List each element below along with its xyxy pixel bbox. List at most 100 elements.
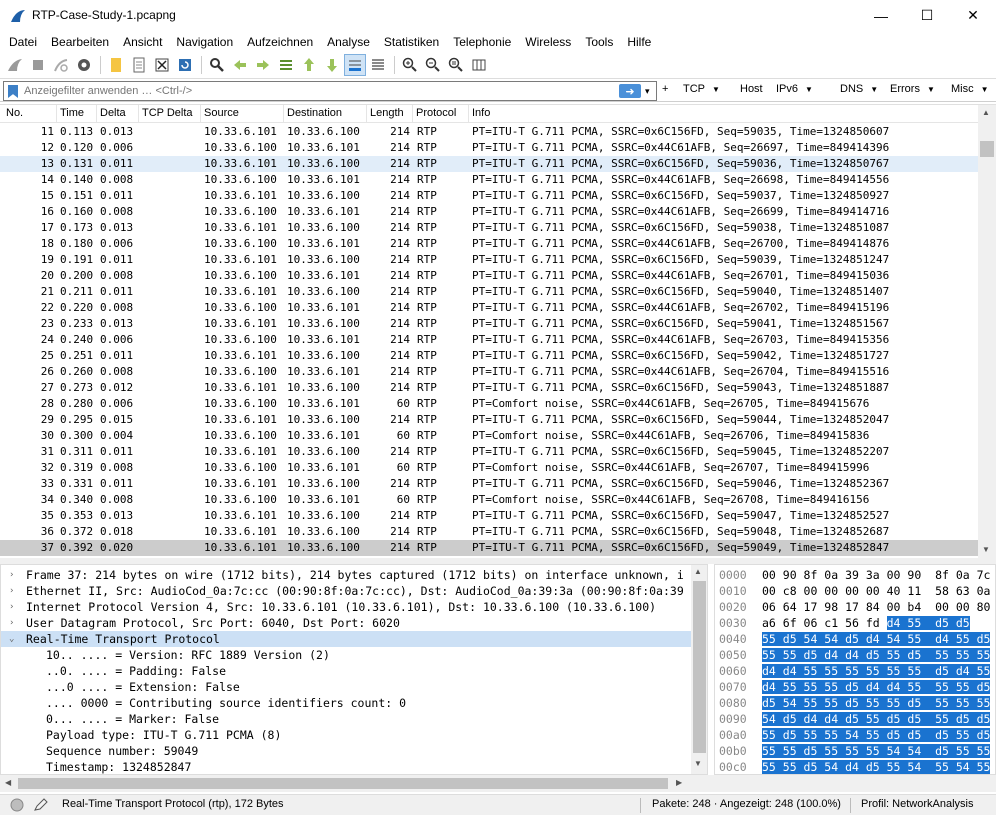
packet-row[interactable]: 12 0.120 0.006 10.33.6.100 10.33.6.101 214 RTP… xyxy=(0,140,978,156)
packet-row[interactable]: 11 0.113 0.013 10.33.6.101 10.33.6.100 214 RTP… xyxy=(0,124,978,140)
column-divider[interactable] xyxy=(96,105,97,123)
packet-row[interactable]: 35 0.353 0.013 10.33.6.101 10.33.6.100 214 RTP… xyxy=(0,508,978,524)
expand-chevron-icon[interactable]: › xyxy=(9,615,14,631)
menu-tools[interactable]: Tools xyxy=(578,32,620,52)
packet-row[interactable]: 33 0.331 0.011 10.33.6.101 10.33.6.100 214 RTP… xyxy=(0,476,978,492)
go-to-packet-icon[interactable] xyxy=(275,54,297,76)
packet-row[interactable]: 36 0.372 0.018 10.33.6.101 10.33.6.100 214 RTP… xyxy=(0,524,978,540)
detail-tree-item[interactable]: .... 0000 = Contributing source identifi… xyxy=(1,695,691,711)
menu-aufzeichnen[interactable]: Aufzeichnen xyxy=(240,32,320,52)
column-divider[interactable] xyxy=(138,105,139,123)
menu-hilfe[interactable]: Hilfe xyxy=(620,32,658,52)
go-back-arrow-icon[interactable] xyxy=(229,54,251,76)
packet-row[interactable]: 23 0.233 0.013 10.33.6.101 10.33.6.100 214 RTP… xyxy=(0,316,978,332)
scroll-down-icon[interactable]: ▼ xyxy=(982,545,990,554)
column-divider[interactable] xyxy=(283,105,284,123)
packet-row[interactable]: 26 0.260 0.008 10.33.6.100 10.33.6.101 214 RTP… xyxy=(0,364,978,380)
packet-row[interactable]: 27 0.273 0.012 10.33.6.101 10.33.6.100 214 RTP… xyxy=(0,380,978,396)
packet-row[interactable]: 15 0.151 0.011 10.33.6.101 10.33.6.100 214 RTP… xyxy=(0,188,978,204)
detail-tree-item[interactable]: Timestamp: 1324852847 xyxy=(1,759,691,774)
packet-row[interactable]: 31 0.311 0.011 10.33.6.101 10.33.6.100 214 RTP… xyxy=(0,444,978,460)
save-file-icon[interactable] xyxy=(128,54,150,76)
detail-tree-item[interactable]: 10.. .... = Version: RFC 1889 Version (2… xyxy=(1,647,691,663)
expand-chevron-icon[interactable]: › xyxy=(9,567,14,583)
details-scrollbar[interactable]: ▲ ▼ xyxy=(691,565,707,774)
expert-info-circle-icon[interactable] xyxy=(10,798,24,812)
expand-chevron-icon[interactable]: › xyxy=(9,583,14,599)
scroll-down-icon[interactable]: ▼ xyxy=(694,759,702,768)
close-file-icon[interactable] xyxy=(151,54,173,76)
column-header[interactable]: Source xyxy=(204,107,239,119)
column-divider[interactable] xyxy=(200,105,201,123)
autoscroll-icon[interactable] xyxy=(344,54,366,76)
packet-row[interactable]: 19 0.191 0.011 10.33.6.101 10.33.6.100 214 RTP… xyxy=(0,252,978,268)
menu-statistiken[interactable]: Statistiken xyxy=(377,32,446,52)
column-header[interactable]: TCP Delta xyxy=(142,107,193,119)
capture-comment-pencil-icon[interactable] xyxy=(33,798,49,812)
menu-wireless[interactable]: Wireless xyxy=(518,32,578,52)
go-forward-arrow-icon[interactable] xyxy=(252,54,274,76)
zoom-in-icon[interactable] xyxy=(399,54,421,76)
packet-row[interactable]: 30 0.300 0.004 10.33.6.100 10.33.6.101 60 RTP P… xyxy=(0,428,978,444)
filter-button-host[interactable]: Host xyxy=(740,83,763,95)
packet-row[interactable]: 29 0.295 0.015 10.33.6.101 10.33.6.100 214 RTP… xyxy=(0,412,978,428)
detail-tree-item[interactable]: › Ethernet II, Src: AudioCod_0a:7c:cc (00… xyxy=(1,583,691,599)
apply-filter-arrow-icon[interactable]: ➜ xyxy=(619,84,641,98)
filter-button-tcp[interactable]: TCP ▼ xyxy=(683,83,720,95)
column-divider[interactable] xyxy=(468,105,469,123)
packet-row[interactable]: 37 0.392 0.020 10.33.6.101 10.33.6.100 214 RTP… xyxy=(0,540,978,556)
detail-tree-item[interactable]: › User Datagram Protocol, Src Port: 6040,… xyxy=(1,615,691,631)
expand-chevron-icon[interactable]: ⌄ xyxy=(9,631,14,647)
last-packet-arrow-down-icon[interactable] xyxy=(321,54,343,76)
display-filter-input[interactable] xyxy=(24,83,614,99)
packet-row[interactable]: 14 0.140 0.008 10.33.6.100 10.33.6.101 214 RTP… xyxy=(0,172,978,188)
packet-row[interactable]: 13 0.131 0.011 10.33.6.101 10.33.6.100 214 RTP… xyxy=(0,156,978,172)
restart-capture-icon[interactable] xyxy=(50,54,72,76)
scroll-right-icon[interactable]: ▶ xyxy=(676,778,682,787)
menu-telephonie[interactable]: Telephonie xyxy=(446,32,518,52)
find-packet-search-icon[interactable] xyxy=(206,54,228,76)
open-file-icon[interactable] xyxy=(105,54,127,76)
zoom-out-icon[interactable] xyxy=(422,54,444,76)
minimize-button[interactable]: — xyxy=(858,0,904,31)
scroll-thumb[interactable] xyxy=(18,778,668,789)
maximize-button[interactable]: ☐ xyxy=(904,0,950,31)
detail-tree-item[interactable]: › Frame 37: 214 bytes on wire (1712 bits)… xyxy=(1,567,691,583)
packet-row[interactable]: 28 0.280 0.006 10.33.6.100 10.33.6.101 60 RTP P… xyxy=(0,396,978,412)
packet-row[interactable]: 32 0.319 0.008 10.33.6.100 10.33.6.101 60 RTP P… xyxy=(0,460,978,476)
detail-tree-item[interactable]: ...0 .... = Extension: False xyxy=(1,679,691,695)
scroll-up-icon[interactable]: ▲ xyxy=(982,108,990,117)
add-filter-button-plus[interactable]: + xyxy=(662,83,668,95)
filter-history-dropdown-icon[interactable]: ▾ xyxy=(645,86,650,97)
column-divider[interactable] xyxy=(56,105,57,123)
reload-file-icon[interactable] xyxy=(174,54,196,76)
menu-ansicht[interactable]: Ansicht xyxy=(116,32,169,52)
expand-chevron-icon[interactable]: › xyxy=(9,599,14,615)
detail-tree-item[interactable]: Sequence number: 59049 xyxy=(1,743,691,759)
colorize-list-icon[interactable] xyxy=(367,54,389,76)
zoom-reset-icon[interactable] xyxy=(445,54,467,76)
scroll-left-icon[interactable]: ◀ xyxy=(5,778,11,787)
column-header[interactable]: Protocol xyxy=(416,107,456,119)
packet-row[interactable]: 20 0.200 0.008 10.33.6.100 10.33.6.101 214 RTP… xyxy=(0,268,978,284)
close-button[interactable]: ✕ xyxy=(950,0,996,31)
menu-datei[interactable]: Datei xyxy=(2,32,44,52)
scroll-thumb[interactable] xyxy=(980,141,994,157)
start-capture-fin-icon[interactable] xyxy=(4,54,26,76)
column-header[interactable]: Delta xyxy=(100,107,126,119)
packet-list-scrollbar[interactable]: ▲ ▼ xyxy=(978,105,996,559)
scroll-thumb[interactable] xyxy=(693,581,706,753)
first-packet-arrow-up-icon[interactable] xyxy=(298,54,320,76)
packet-row[interactable]: 16 0.160 0.008 10.33.6.100 10.33.6.101 214 RTP… xyxy=(0,204,978,220)
filter-button-ipv6[interactable]: IPv6 ▼ xyxy=(776,83,813,95)
menu-analyse[interactable]: Analyse xyxy=(320,32,377,52)
packet-row[interactable]: 34 0.340 0.008 10.33.6.100 10.33.6.101 60 RTP P… xyxy=(0,492,978,508)
packet-row[interactable]: 25 0.251 0.011 10.33.6.101 10.33.6.100 214 RTP… xyxy=(0,348,978,364)
packet-row[interactable]: 22 0.220 0.008 10.33.6.100 10.33.6.101 214 RTP… xyxy=(0,300,978,316)
menu-navigation[interactable]: Navigation xyxy=(169,32,240,52)
horizontal-scrollbar[interactable]: ◀ ▶ xyxy=(0,775,996,792)
column-header[interactable]: Time xyxy=(60,107,84,119)
packet-row[interactable]: 21 0.211 0.011 10.33.6.101 10.33.6.100 214 RTP… xyxy=(0,284,978,300)
packet-row[interactable]: 17 0.173 0.013 10.33.6.101 10.33.6.100 214 RTP… xyxy=(0,220,978,236)
resize-columns-icon[interactable] xyxy=(468,54,490,76)
